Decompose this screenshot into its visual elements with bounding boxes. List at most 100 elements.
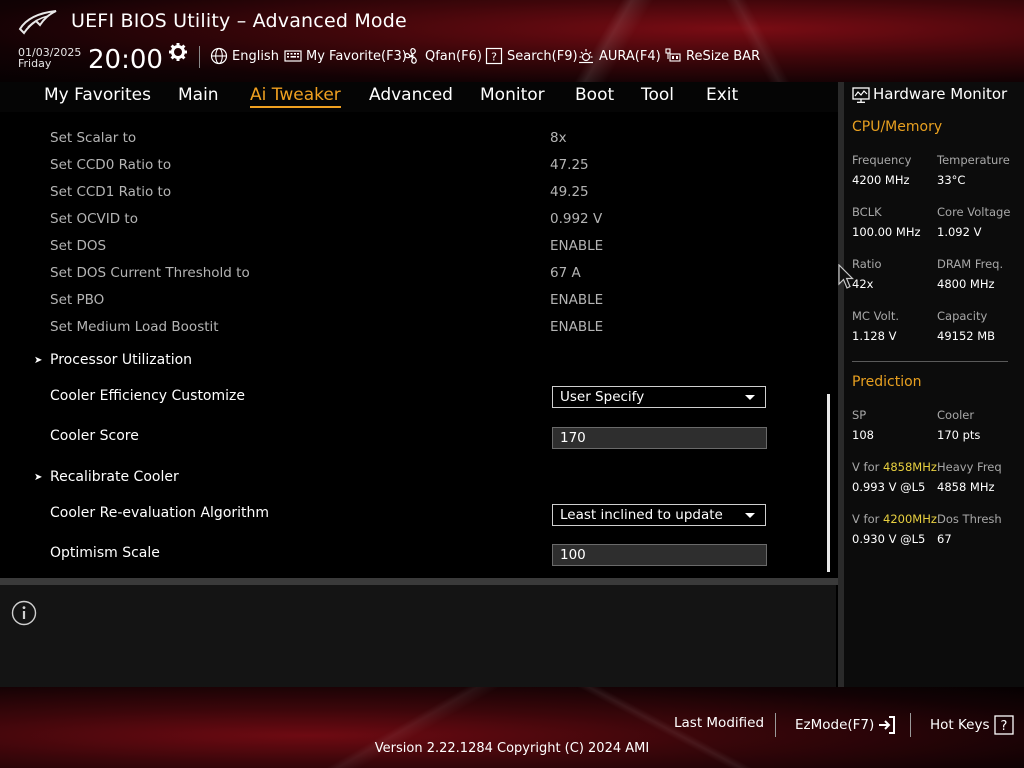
header-bar: UEFI BIOS Utility – Advanced Mode 01/03/… — [0, 0, 1024, 82]
hot-keys-label: Hot Keys — [930, 717, 990, 733]
setting-value: 8x — [550, 130, 567, 146]
setting-label: Set DOS Current Threshold to — [50, 265, 250, 281]
my-favorite-button[interactable]: My Favorite(F3) — [284, 46, 407, 66]
ezmode-label: EzMode(F7) — [795, 717, 875, 733]
setting-value: 67 A — [550, 265, 581, 281]
footer-divider — [910, 713, 911, 737]
hot-keys-button[interactable]: Hot Keys ? — [930, 715, 1014, 735]
hw-heavy-freq-label: Heavy Freq — [937, 460, 1002, 474]
setting-label: Optimism Scale — [50, 545, 160, 561]
hw-sp-label: SP — [852, 408, 867, 422]
hw-sp-value: 108 — [852, 428, 874, 442]
monitor-icon — [852, 87, 870, 103]
tab-boot[interactable]: Boot — [575, 85, 614, 105]
rog-logo-icon — [18, 10, 57, 35]
tab-monitor[interactable]: Monitor — [480, 85, 545, 105]
app-title: UEFI BIOS Utility – Advanced Mode — [71, 10, 407, 32]
aura-light-icon — [579, 49, 593, 64]
header-divider — [199, 46, 200, 68]
clock-time: 20:00 — [88, 45, 163, 75]
chevron-down-icon — [745, 513, 755, 518]
tab-my-favorites[interactable]: My Favorites — [44, 85, 151, 105]
footer-bar: Last Modified EzMode(F7) Hot Keys ? Vers… — [0, 687, 1024, 768]
optimism-scale-field[interactable]: 100 — [552, 544, 767, 566]
hw-capacity-label: Capacity — [937, 309, 988, 323]
hw-temperature-value: 33°C — [937, 173, 966, 187]
globe-icon — [210, 47, 228, 65]
hw-core-voltage-label: Core Voltage — [937, 205, 1011, 219]
hw-divider — [852, 361, 1008, 362]
gear-icon[interactable] — [168, 42, 188, 62]
hw-temperature-label: Temperature — [937, 153, 1010, 167]
hw-bclk-value: 100.00 MHz — [852, 225, 921, 239]
hw-dos-thresh-label: Dos Thresh — [937, 512, 1002, 526]
cooler-efficiency-dropdown[interactable]: User Specify — [552, 386, 766, 408]
aura-label: AURA(F4) — [599, 48, 661, 64]
cpu-memory-heading: CPU/Memory — [852, 119, 943, 135]
keyboard-icon — [284, 50, 302, 62]
qfan-button[interactable]: Qfan(F6) — [403, 46, 482, 66]
setting-label: Cooler Re-evaluation Algorithm — [50, 505, 270, 521]
search-label: Search(F9) — [507, 48, 578, 64]
reevaluation-algorithm-dropdown[interactable]: Least inclined to update — [552, 504, 766, 526]
hw-mc-volt-value: 1.128 V — [852, 329, 897, 343]
resize-bar-icon — [665, 48, 681, 62]
day-text: Friday — [18, 57, 52, 70]
tab-main[interactable]: Main — [178, 85, 219, 105]
tab-tool[interactable]: Tool — [641, 85, 674, 105]
hw-heavy-freq-value: 4858 MHz — [937, 480, 995, 494]
last-modified-button[interactable]: Last Modified — [674, 715, 764, 731]
search-button[interactable]: ? Search(F9) — [485, 46, 578, 66]
tab-advanced[interactable]: Advanced — [369, 85, 453, 105]
language-button[interactable]: English — [210, 46, 279, 66]
help-panel — [0, 585, 836, 687]
setting-label: Set DOS — [50, 238, 107, 254]
setting-label: Cooler Score — [50, 428, 139, 444]
hw-cooler-value: 170 pts — [937, 428, 981, 442]
dropdown-value: Least inclined to update — [560, 507, 723, 523]
dropdown-value: User Specify — [560, 389, 645, 405]
hw-v-for-freq1-value: 0.993 V @L5 — [852, 480, 926, 494]
hardware-monitor-title: Hardware Monitor — [873, 85, 1008, 103]
resize-bar-button[interactable]: ReSize BAR — [664, 46, 760, 66]
hw-cooler-label: Cooler — [937, 408, 975, 422]
ezmode-button[interactable]: EzMode(F7) — [795, 715, 897, 735]
question-icon: ? — [993, 715, 1014, 735]
setting-label: Set CCD0 Ratio to — [50, 157, 172, 173]
setting-value: ENABLE — [550, 319, 604, 335]
v-for-prefix: V for — [852, 460, 883, 474]
last-modified-label: Last Modified — [674, 715, 765, 731]
resize-bar-label: ReSize BAR — [686, 48, 761, 64]
submenu-label: Processor Utilization — [50, 352, 193, 368]
settings-panel: Set Scalar to 8x Set CCD0 Ratio to 47.25… — [0, 112, 838, 578]
svg-text:?: ? — [491, 51, 497, 64]
fan-icon — [404, 48, 417, 64]
hw-v-for-freq2-value: 0.930 V @L5 — [852, 532, 926, 546]
hw-dos-thresh-value: 67 — [937, 532, 952, 546]
svg-text:?: ? — [1000, 719, 1007, 734]
footer-divider — [775, 713, 776, 737]
help-divider — [0, 578, 838, 585]
hw-capacity-value: 49152 MB — [937, 329, 996, 343]
tab-ai-tweaker[interactable]: Ai Tweaker — [250, 85, 341, 108]
chevron-down-icon — [745, 395, 755, 400]
submenu-arrow-icon: ➤ — [34, 355, 43, 366]
cooler-score-field[interactable]: 170 — [552, 427, 767, 449]
my-favorite-label: My Favorite(F3) — [306, 48, 407, 64]
hw-v-for-freq1-label: V for 4858MHz — [852, 460, 937, 474]
hw-mc-volt-label: MC Volt. — [852, 309, 899, 323]
setting-value: ENABLE — [550, 292, 604, 308]
setting-label: Cooler Efficiency Customize — [50, 388, 245, 404]
tab-exit[interactable]: Exit — [706, 85, 738, 105]
prediction-heading: Prediction — [852, 374, 922, 390]
setting-label: Set Scalar to — [50, 130, 137, 146]
settings-scrollbar[interactable] — [827, 394, 830, 572]
setting-value: 47.25 — [550, 157, 589, 173]
search-help-icon: ? — [485, 47, 503, 65]
setting-label: Set CCD1 Ratio to — [50, 184, 172, 200]
setting-value: 0.992 V — [550, 211, 603, 227]
hw-frequency-label: Frequency — [852, 153, 912, 167]
info-icon — [11, 600, 37, 626]
aura-button[interactable]: AURA(F4) — [577, 46, 661, 66]
v-for-freq1: 4858MHz — [883, 460, 937, 474]
